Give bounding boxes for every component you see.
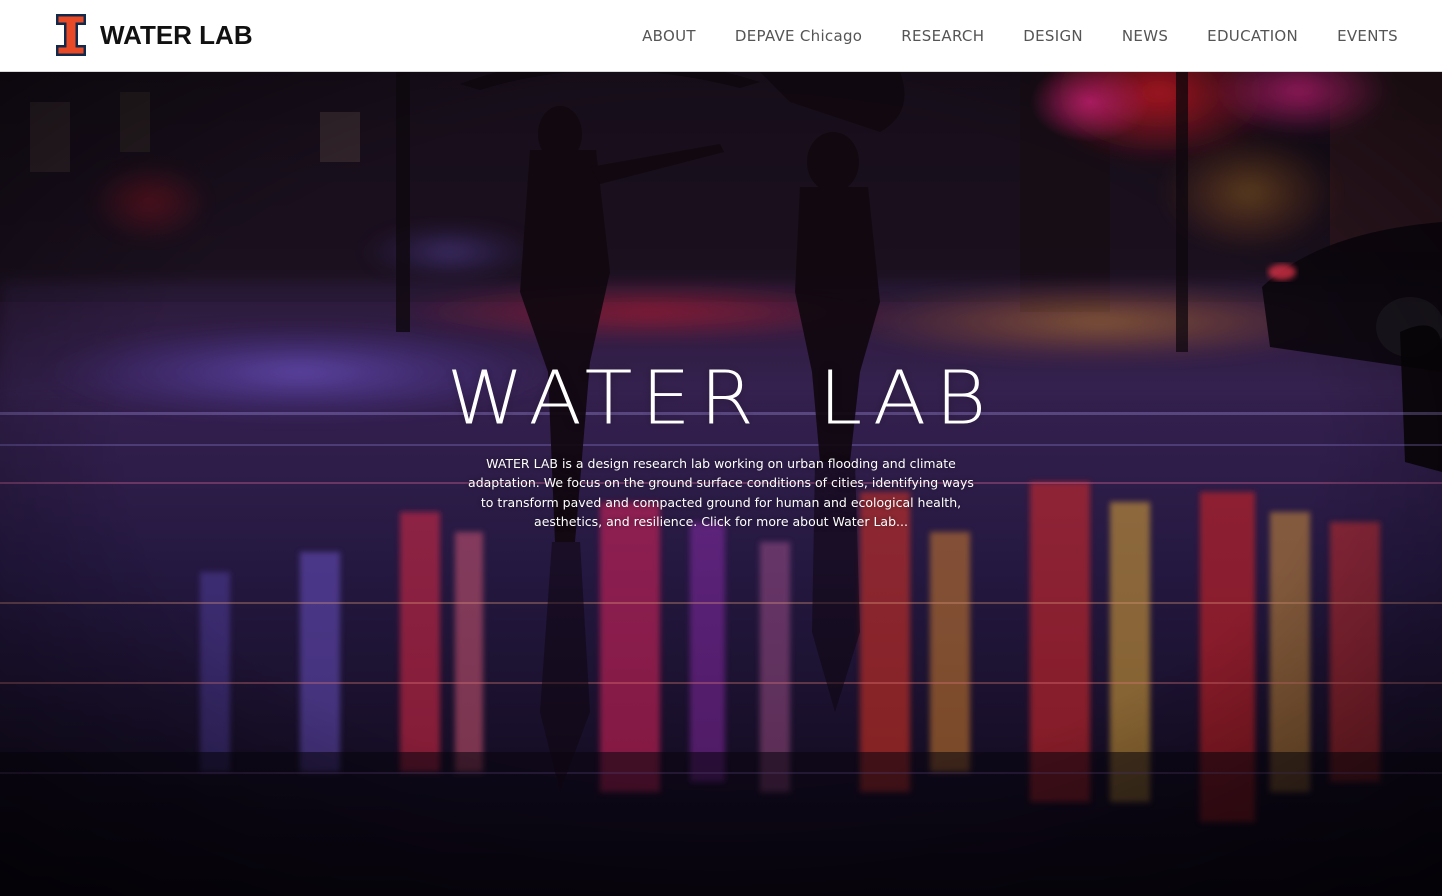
nav-item-about: ABOUT <box>642 26 696 45</box>
nav-item-education: EDUCATION <box>1207 26 1298 45</box>
nav-item-events: EVENTS <box>1337 26 1398 45</box>
nav-item-design: DESIGN <box>1023 26 1083 45</box>
nav-link-about[interactable]: ABOUT <box>642 27 696 45</box>
nav-link-news[interactable]: NEWS <box>1122 27 1168 45</box>
block-i-icon <box>56 14 86 56</box>
hero-title: WATER LAB <box>446 356 996 442</box>
site-logo-link[interactable]: WATER LAB <box>56 14 253 56</box>
hero-section: WATER LAB WATER LAB is a design research… <box>0 72 1442 896</box>
nav-item-depave-chicago: DEPAVE Chicago <box>735 26 862 45</box>
hero-description-link[interactable]: WATER LAB is a design research lab worki… <box>466 454 976 531</box>
nav-link-design[interactable]: DESIGN <box>1023 27 1083 45</box>
site-title: WATER LAB <box>100 20 253 50</box>
nav-link-research[interactable]: RESEARCH <box>901 27 984 45</box>
site-header: WATER LAB ABOUT DEPAVE Chicago RESEARCH … <box>0 0 1442 72</box>
nav-link-events[interactable]: EVENTS <box>1337 27 1398 45</box>
page: WATER LAB ABOUT DEPAVE Chicago RESEARCH … <box>0 0 1442 896</box>
nav-link-education[interactable]: EDUCATION <box>1207 27 1298 45</box>
main-nav: ABOUT DEPAVE Chicago RESEARCH DESIGN NEW… <box>603 0 1398 70</box>
nav-item-news: NEWS <box>1122 26 1168 45</box>
nav-item-research: RESEARCH <box>901 26 984 45</box>
nav-link-depave-chicago[interactable]: DEPAVE Chicago <box>735 27 862 45</box>
